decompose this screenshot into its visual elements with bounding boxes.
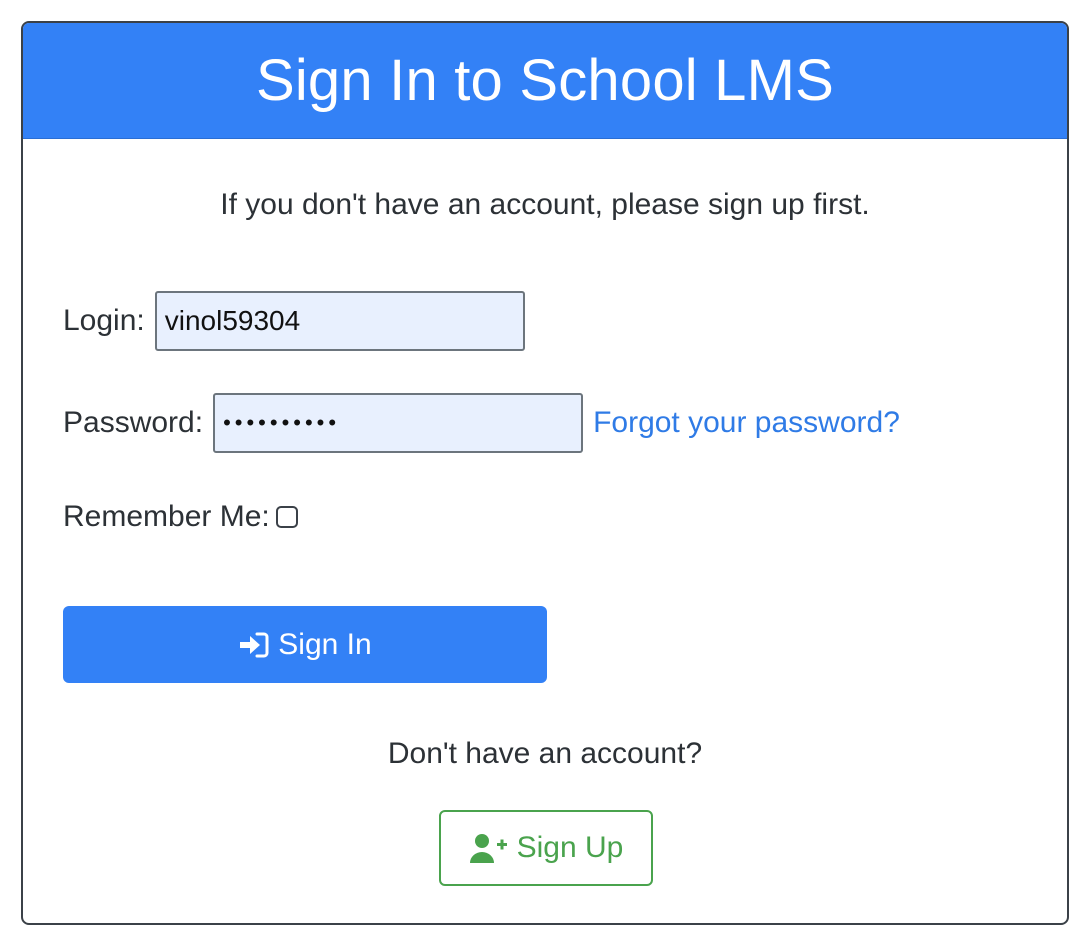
- login-input[interactable]: vinol59304: [154, 291, 525, 351]
- login-label: Login:: [63, 304, 145, 337]
- forgot-password-link[interactable]: Forgot your password?: [593, 406, 900, 440]
- user-plus-icon: [469, 832, 509, 864]
- sign-in-label: Sign In: [278, 627, 372, 661]
- page-title: Sign In to School LMS: [255, 48, 835, 113]
- password-label: Password:: [63, 406, 204, 439]
- signin-card: Sign In to School LMS If you don't have …: [21, 21, 1069, 925]
- remember-row: Remember Me:: [63, 500, 298, 534]
- password-row: Password: •••••••••• Forgot your passwor…: [63, 393, 900, 453]
- sign-up-button[interactable]: Sign Up: [439, 810, 653, 886]
- remember-label: Remember Me:: [63, 500, 270, 533]
- sign-up-label: Sign Up: [516, 831, 624, 864]
- intro-text: If you don't have an account, please sig…: [220, 188, 870, 221]
- sign-in-icon: [238, 631, 270, 659]
- password-input[interactable]: ••••••••••: [213, 393, 584, 453]
- sign-in-button[interactable]: Sign In: [63, 606, 547, 683]
- login-row: Login: vinol59304: [63, 291, 525, 351]
- card-header: Sign In to School LMS: [23, 23, 1067, 139]
- no-account-text: Don't have an account?: [387, 737, 703, 770]
- remember-checkbox[interactable]: [275, 506, 298, 528]
